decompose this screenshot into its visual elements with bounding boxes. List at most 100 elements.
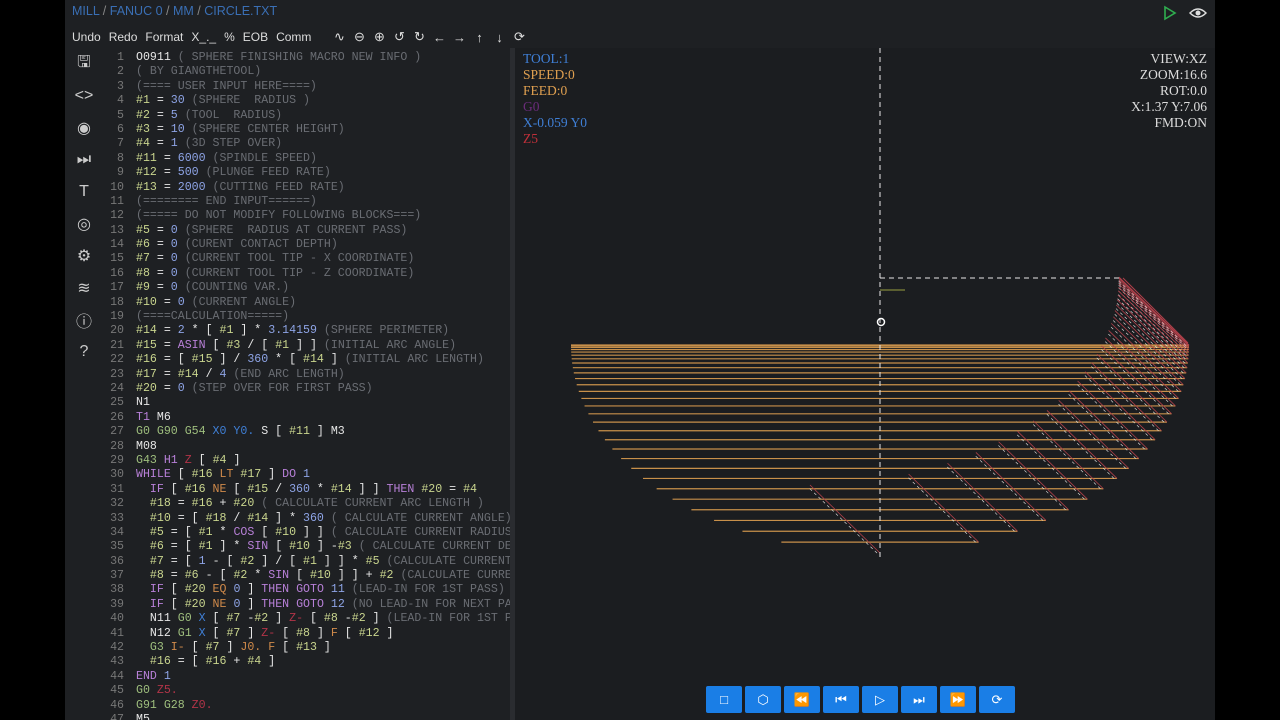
code-line[interactable]: 40 N11 G0 X [ #7 -#2 ] Z- [ #8 -#2 ] (LE… xyxy=(100,612,510,626)
code-line[interactable]: 26 T1 M6 xyxy=(100,411,510,425)
fast-forward-button[interactable]: ⏩ xyxy=(940,686,976,713)
code-line[interactable]: 43 #16 = [ #16 + #4 ] xyxy=(100,655,510,669)
code-line[interactable]: 20 #14 = 2 * [ #1 ] * 3.14159 (SPHERE PER… xyxy=(100,324,510,338)
waveform-icon[interactable]: ∿ xyxy=(331,29,347,45)
3d-view-button[interactable]: ⬡ xyxy=(745,686,781,713)
code-line[interactable]: 10 #13 = 2000 (CUTTING FEED RATE) xyxy=(100,181,510,195)
code-line[interactable]: 25 N1 xyxy=(100,396,510,410)
breadcrumb-item[interactable]: CIRCLE.TXT xyxy=(204,4,277,18)
toolbar-button-comm[interactable]: Comm xyxy=(276,30,311,44)
gear-icon[interactable]: ⚙ xyxy=(65,240,103,272)
code-line[interactable]: 45 G0 Z5. xyxy=(100,684,510,698)
code-line[interactable]: 18 #10 = 0 (CURRENT ANGLE) xyxy=(100,296,510,310)
help-icon[interactable]: ? xyxy=(65,336,103,368)
zoom-out-icon[interactable]: ⊖ xyxy=(351,29,367,45)
toolpath-canvas[interactable] xyxy=(515,48,1215,720)
code-line[interactable]: 21 #15 = ASIN [ #3 / [ #1 ] ] (INITIAL AR… xyxy=(100,339,510,353)
code-line[interactable]: 16 #8 = 0 (CURRENT TOOL TIP - Z COORDINAT… xyxy=(100,267,510,281)
code-line[interactable]: 47 M5 xyxy=(100,713,510,720)
code-line[interactable]: 36 #7 = [ 1 - [ #2 ] / [ #1 ] ] * #5 (CA… xyxy=(100,555,510,569)
reset-button[interactable]: ⟳ xyxy=(979,686,1015,713)
arrow-right-icon[interactable]: → xyxy=(451,29,467,45)
code-token: [ xyxy=(163,482,185,496)
text-icon[interactable]: T xyxy=(65,176,103,208)
code-line[interactable]: 7 #4 = 1 (3D STEP OVER) xyxy=(100,137,510,151)
step-forward-button[interactable]: ⏭ xyxy=(901,686,937,713)
code-line[interactable]: 39 IF [ #20 NE 0 ] THEN GOTO 12 (NO LEAD… xyxy=(100,598,510,612)
code-line[interactable]: 5 #2 = 5 (TOOL RADIUS) xyxy=(100,109,510,123)
rotate-right-icon[interactable]: ↻ xyxy=(411,29,427,45)
line-number: 5 xyxy=(117,108,124,122)
code-line[interactable]: 27 G0 G90 G54 X0 Y0. S [ #11 ] M3 xyxy=(100,425,510,439)
code-line[interactable]: 32 #18 = #16 + #20 ( CALCULATE CURRENT A… xyxy=(100,497,510,511)
rewind-button[interactable]: ⏪ xyxy=(784,686,820,713)
code-line[interactable]: 41 N12 G1 X [ #7 ] Z- [ #8 ] F [ #12 ] xyxy=(100,627,510,641)
code-line[interactable]: 35 #6 = [ #1 ] * SIN [ #10 ] -#3 ( CALCU… xyxy=(100,540,510,554)
code-line[interactable]: 33 #10 = [ #18 / #14 ] * 360 ( CALCULATE… xyxy=(100,512,510,526)
eye-icon[interactable] xyxy=(1188,5,1208,26)
arrow-down-icon[interactable]: ↓ xyxy=(491,29,507,45)
code-line[interactable]: 14 #6 = 0 (CURENT CONTACT DEPTH) xyxy=(100,238,510,252)
code-line[interactable]: 29 G43 H1 Z [ #4 ] xyxy=(100,454,510,468)
save-icon[interactable]: 🖫 xyxy=(65,48,103,80)
code-line[interactable]: 12 (===== DO NOT MODIFY FOLLOWING BLOCKS=… xyxy=(100,209,510,223)
code-token: [ xyxy=(275,641,297,655)
code-line[interactable]: 11 (======== END INPUT======) xyxy=(100,195,510,209)
code-token: M5 xyxy=(136,712,150,720)
info-icon[interactable]: ⓘ xyxy=(65,304,103,336)
code-line[interactable]: 28 M08 xyxy=(100,440,510,454)
code-line[interactable]: 9 #12 = 500 (PLUNGE FEED RATE) xyxy=(100,166,510,180)
code-line[interactable]: 8 #11 = 6000 (SPINDLE SPEED) xyxy=(100,152,510,166)
toolbar-button-undo[interactable]: Undo xyxy=(72,30,101,44)
target-icon[interactable]: ◎ xyxy=(65,208,103,240)
code-line[interactable]: 3 (==== USER INPUT HERE====) xyxy=(100,80,510,94)
code-line[interactable]: 34 #5 = [ #1 * COS [ #10 ] ] ( CALCULATE… xyxy=(100,526,510,540)
code-line[interactable]: 42 G3 I- [ #7 ] J0. F [ #13 ] xyxy=(100,641,510,655)
code-line[interactable]: 23 #17 = #14 / 4 (END ARC LENGTH) xyxy=(100,368,510,382)
code-line[interactable]: 19 (====CALCULATION=====) xyxy=(100,310,510,324)
code-token: (==== USER INPUT HERE====) xyxy=(136,79,317,93)
toolbar-button-eob[interactable]: EOB xyxy=(243,30,268,44)
breadcrumb-item[interactable]: MM xyxy=(173,4,194,18)
arrow-up-icon[interactable]: ↑ xyxy=(471,29,487,45)
code-line[interactable]: 44 END 1 xyxy=(100,670,510,684)
code-line[interactable]: 2 ( BY GIANGTHETOOL) xyxy=(100,65,510,79)
code-token: #4 xyxy=(247,655,262,669)
step-forward-icon[interactable]: ⏭ xyxy=(65,144,103,176)
stop-button[interactable]: □ xyxy=(706,686,742,713)
toolbar-button-item[interactable]: % xyxy=(224,30,235,44)
code-line[interactable]: 4 #1 = 30 (SPHERE RADIUS ) xyxy=(100,94,510,108)
code-line[interactable]: 6 #3 = 10 (SPHERE CENTER HEIGHT) xyxy=(100,123,510,137)
layers-icon[interactable]: ≋ xyxy=(65,272,103,304)
code-line[interactable]: 24 #20 = 0 (STEP OVER FOR FIRST PASS) xyxy=(100,382,510,396)
code-line[interactable]: 46 G91 G28 Z0. xyxy=(100,699,510,713)
code-line[interactable]: 17 #9 = 0 (COUNTING VAR.) xyxy=(100,281,510,295)
code-line[interactable]: 38 IF [ #20 EQ 0 ] THEN GOTO 11 (LEAD-IN… xyxy=(100,583,510,597)
play-icon[interactable] xyxy=(1161,5,1177,26)
toolbar-button-redo[interactable]: Redo xyxy=(109,30,138,44)
play-button[interactable]: ▷ xyxy=(862,686,898,713)
code-token: ( CALCULATE CURRENT DEPTH) xyxy=(358,540,510,554)
toolbar-button-x[interactable]: X_._ xyxy=(191,30,216,44)
code-line[interactable]: 13 #5 = 0 (SPHERE RADIUS AT CURRENT PASS) xyxy=(100,224,510,238)
breadcrumb-item[interactable]: FANUC 0 xyxy=(110,4,163,18)
eye-icon[interactable]: ◉ xyxy=(65,112,103,144)
code-line[interactable]: 30 WHILE [ #16 LT #17 ] DO 1 xyxy=(100,468,510,482)
refresh-icon[interactable]: ⟳ xyxy=(511,29,527,45)
code-line[interactable]: 31 IF [ #16 NE [ #15 / 360 * #14 ] ] THE… xyxy=(100,483,510,497)
code-line[interactable]: 22 #16 = [ #15 ] / 360 * [ #14 ] (INITIAL… xyxy=(100,353,510,367)
simulation-viewport[interactable]: TOOL:1 SPEED:0 FEED:0 G0 X-0.059 Y0 Z5 VIEW:X… xyxy=(515,48,1215,720)
step-back-button[interactable]: ⏮ xyxy=(823,686,859,713)
code-icon[interactable]: <> xyxy=(65,80,103,112)
code-line[interactable]: 37 #8 = #6 - [ #2 * SIN [ #10 ] ] + #2 (… xyxy=(100,569,510,583)
toolbar-button-format[interactable]: Format xyxy=(145,30,183,44)
zoom-in-icon[interactable]: ⊕ xyxy=(371,29,387,45)
code-editor[interactable]: 1 O0911 ( SPHERE FINISHING MACRO NEW INFO… xyxy=(100,51,510,720)
code-line[interactable]: 1 O0911 ( SPHERE FINISHING MACRO NEW INFO… xyxy=(100,51,510,65)
arrow-left-icon[interactable]: ← xyxy=(431,29,447,45)
breadcrumb-item[interactable]: MILL xyxy=(72,4,99,18)
code-line[interactable]: 15 #7 = 0 (CURRENT TOOL TIP - X COORDINAT… xyxy=(100,252,510,266)
rotate-left-icon[interactable]: ↺ xyxy=(391,29,407,45)
code-token: #12 xyxy=(358,626,380,640)
